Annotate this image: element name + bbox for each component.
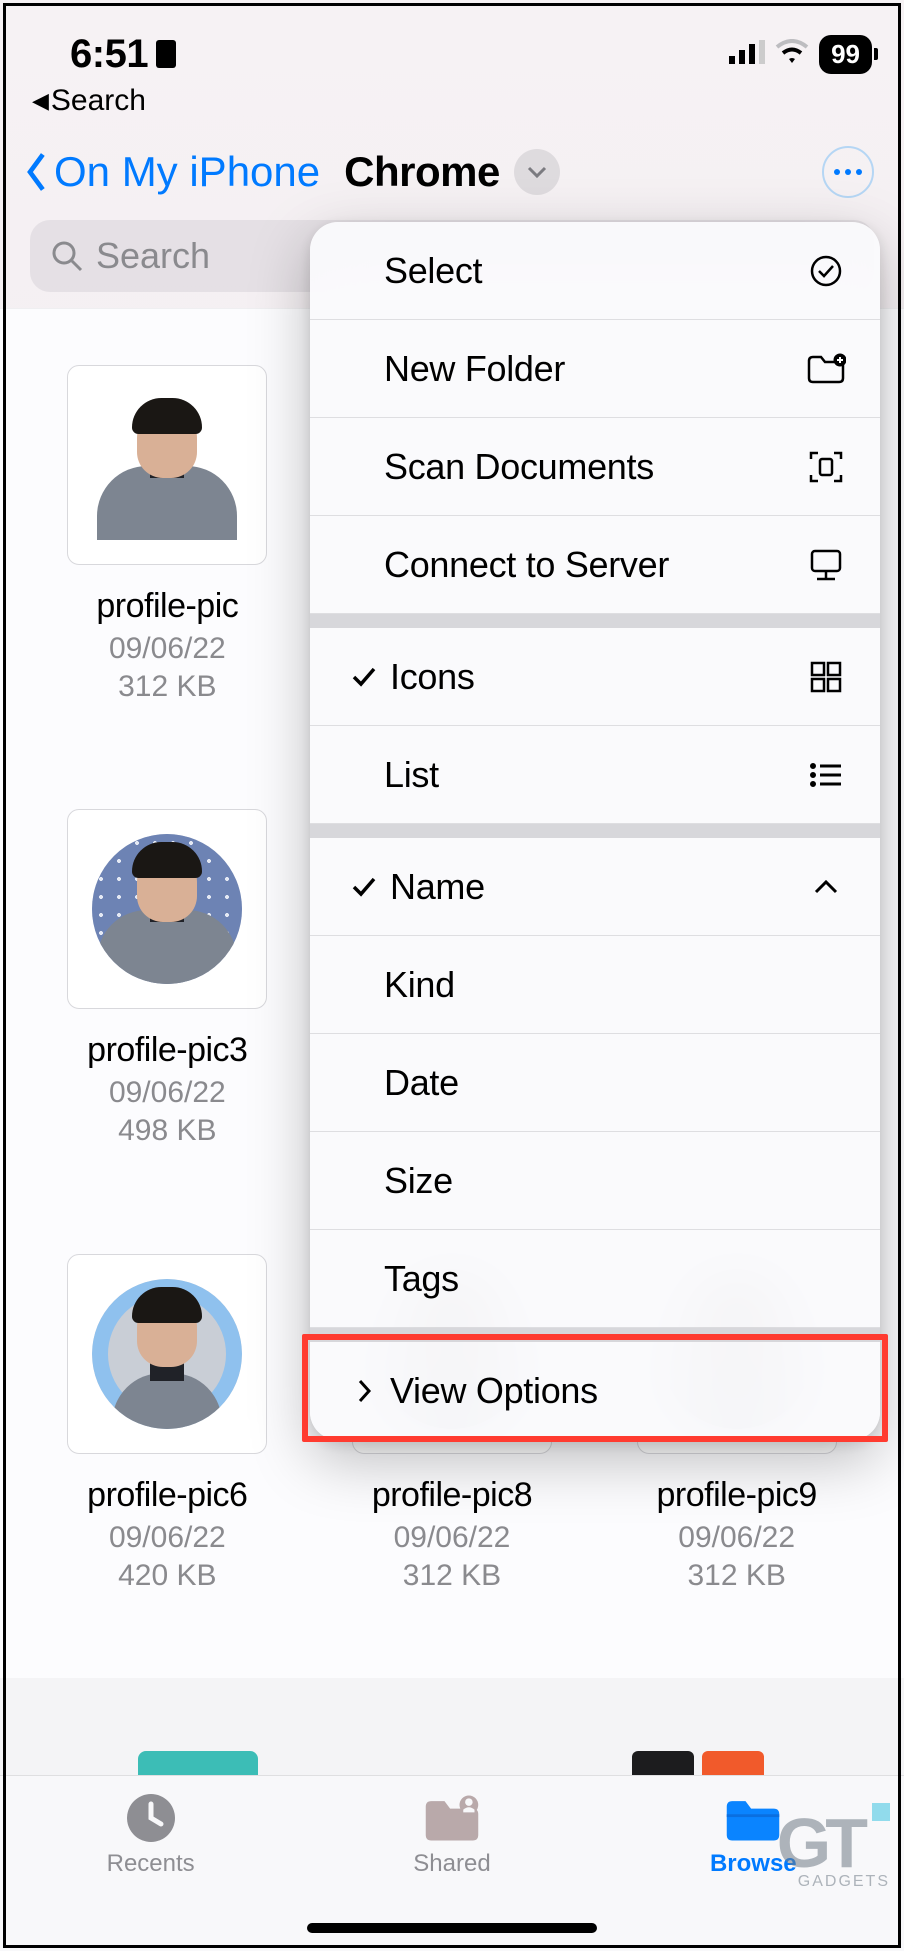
file-size: 420 KB	[40, 1559, 295, 1593]
menu-view-options[interactable]: View Options	[310, 1342, 880, 1440]
menu-separator	[310, 1328, 880, 1342]
tab-recents[interactable]: Recents	[61, 1792, 241, 1878]
menu-sort-size[interactable]: Size	[310, 1132, 880, 1230]
card-peek	[0, 1751, 904, 1775]
cellular-icon	[729, 40, 765, 69]
menu-view-icons[interactable]: Icons	[310, 628, 880, 726]
file-name: profile-pic8	[325, 1476, 580, 1515]
file-name: profile-pic9	[609, 1476, 864, 1515]
file-date: 09/06/22	[609, 1521, 864, 1555]
chevron-left-icon	[24, 151, 50, 193]
file-date: 09/06/22	[40, 632, 295, 666]
chevron-right-icon	[344, 1378, 384, 1404]
menu-sort-kind[interactable]: Kind	[310, 936, 880, 1034]
search-placeholder: Search	[96, 235, 210, 277]
file-thumbnail	[67, 809, 267, 1009]
menu-sort-name[interactable]: Name	[310, 838, 880, 936]
file-name: profile-pic3	[40, 1031, 295, 1070]
home-indicator[interactable]	[307, 1923, 597, 1933]
scan-icon	[806, 449, 846, 485]
clock-icon	[121, 1792, 181, 1844]
menu-connect-server[interactable]: Connect to Server	[310, 516, 880, 614]
file-size: 498 KB	[40, 1114, 295, 1148]
new-folder-icon	[806, 353, 846, 385]
shared-folder-icon	[422, 1792, 482, 1844]
back-label: On My iPhone	[54, 148, 320, 196]
search-icon	[50, 239, 84, 273]
file-date: 09/06/22	[325, 1521, 580, 1555]
select-circle-icon	[806, 254, 846, 288]
tab-shared[interactable]: Shared	[362, 1792, 542, 1878]
watermark: GT GADGETS	[777, 1803, 890, 1891]
check-icon	[344, 666, 384, 688]
file-item[interactable]: profile-pic 09/06/22 312 KB	[40, 365, 295, 749]
server-icon	[806, 548, 846, 582]
file-date: 09/06/22	[40, 1521, 295, 1555]
file-name: profile-pic6	[40, 1476, 295, 1515]
folder-dropdown[interactable]	[514, 149, 560, 195]
menu-view-list[interactable]: List	[310, 726, 880, 824]
file-size: 312 KB	[40, 670, 295, 704]
wifi-icon	[775, 39, 809, 70]
status-bar: 6:51 99	[0, 0, 904, 84]
file-thumbnail	[67, 365, 267, 565]
file-item[interactable]: profile-pic6 09/06/22 420 KB	[40, 1254, 295, 1638]
folder-title[interactable]: Chrome	[344, 148, 500, 196]
file-size: 312 KB	[609, 1559, 864, 1593]
triangle-left-icon: ◀	[32, 88, 49, 114]
menu-new-folder[interactable]: New Folder	[310, 320, 880, 418]
menu-select[interactable]: Select	[310, 222, 880, 320]
sim-icon	[156, 40, 176, 68]
list-icon	[806, 761, 846, 789]
file-thumbnail	[67, 1254, 267, 1454]
menu-separator	[310, 824, 880, 838]
file-size: 312 KB	[325, 1559, 580, 1593]
battery-indicator: 99	[819, 35, 872, 74]
status-time: 6:51	[70, 32, 176, 77]
file-date: 09/06/22	[40, 1076, 295, 1110]
folder-icon	[723, 1792, 783, 1844]
menu-separator	[310, 614, 880, 628]
file-name: profile-pic	[40, 587, 295, 626]
chevron-up-icon	[806, 879, 846, 895]
file-item[interactable]: profile-pic3 09/06/22 498 KB	[40, 809, 295, 1193]
menu-scan-documents[interactable]: Scan Documents	[310, 418, 880, 516]
menu-sort-date[interactable]: Date	[310, 1034, 880, 1132]
check-icon	[344, 876, 384, 898]
context-menu: Select New Folder Scan Documents Connect…	[310, 222, 880, 1440]
back-to-app[interactable]: ◀ Search	[0, 84, 904, 128]
back-button[interactable]: On My iPhone	[24, 148, 320, 196]
grid-icon	[806, 660, 846, 694]
menu-sort-tags[interactable]: Tags	[310, 1230, 880, 1328]
chevron-down-icon	[527, 165, 547, 179]
more-button[interactable]	[822, 146, 874, 198]
